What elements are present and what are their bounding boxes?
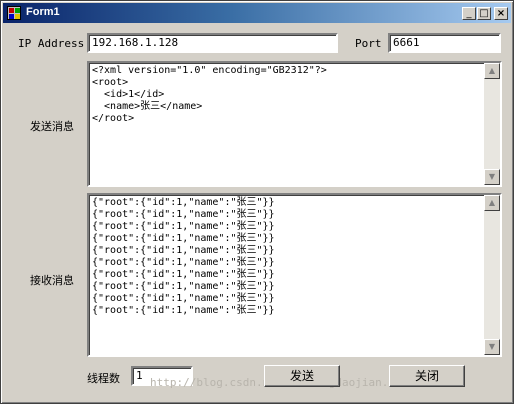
scroll-down-icon[interactable]: ▼: [484, 339, 500, 355]
scroll-up-icon[interactable]: ▲: [484, 63, 500, 79]
scroll-down-icon[interactable]: ▼: [484, 169, 500, 185]
scroll-up-icon[interactable]: ▲: [484, 195, 500, 211]
window-title: Form1: [26, 6, 60, 18]
ip-address-input[interactable]: 192.168.1.128: [87, 33, 338, 53]
receive-message-textarea[interactable]: {"root":{"id":1,"name":"张三"}} {"root":{"…: [87, 193, 502, 357]
send-button[interactable]: 发送: [264, 365, 340, 387]
send-scrollbar[interactable]: ▲ ▼: [484, 63, 500, 185]
close-button[interactable]: 关闭: [389, 365, 465, 387]
minimize-button[interactable]: _: [462, 7, 476, 20]
maximize-button[interactable]: □: [477, 7, 491, 20]
send-message-label: 发送消息: [30, 120, 74, 133]
thread-count-label: 线程数: [87, 372, 120, 385]
receive-message-content: {"root":{"id":1,"name":"张三"}} {"root":{"…: [92, 197, 275, 316]
title-bar[interactable]: Form1 _ □ ×: [3, 3, 511, 23]
close-window-button[interactable]: ×: [494, 7, 508, 20]
port-input[interactable]: 6661: [388, 33, 501, 53]
ip-address-label: IP Address: [18, 37, 85, 50]
receive-scrollbar[interactable]: ▲ ▼: [484, 195, 500, 355]
receive-message-label: 接收消息: [30, 274, 74, 287]
send-message-textarea[interactable]: <?xml version="1.0" encoding="GB2312"?> …: [87, 61, 502, 187]
port-label: Port: [355, 37, 382, 50]
app-icon[interactable]: [7, 6, 21, 20]
send-message-content: <?xml version="1.0" encoding="GB2312"?> …: [92, 65, 327, 124]
